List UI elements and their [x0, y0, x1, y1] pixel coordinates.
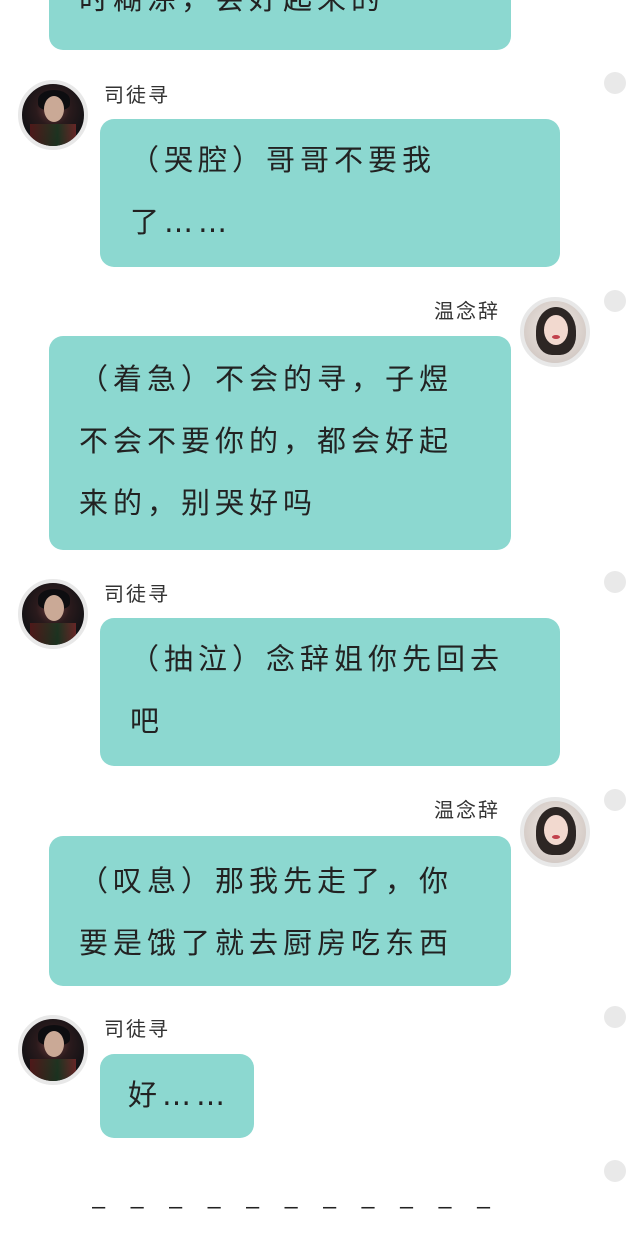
avatar-accent [30, 124, 76, 146]
avatar[interactable] [18, 80, 88, 150]
speaker-name: 温念辞 [434, 798, 500, 822]
message-bubble[interactable]: 好…… [100, 1054, 254, 1138]
avatar-face [44, 595, 64, 621]
avatar[interactable] [520, 297, 590, 367]
message-bubble[interactable]: （着急）不会的寻，子煜不会不要你的，都会好起来的，别哭好吗 [49, 336, 511, 550]
select-circle-icon[interactable] [604, 72, 626, 94]
avatar-face [44, 1031, 64, 1057]
select-circle-icon[interactable] [604, 571, 626, 593]
speaker-name: 司徒寻 [104, 582, 170, 606]
avatar-face [544, 315, 568, 345]
speaker-name: 司徒寻 [104, 1017, 170, 1041]
message-bubble[interactable]: （叹息）那我先走了，你要是饿了就去厨房吃东西 [49, 836, 511, 986]
message-bubble[interactable]: 时糊涂，会好起来的 [49, 0, 511, 50]
avatar[interactable] [520, 797, 590, 867]
speaker-name: 温念辞 [434, 299, 500, 323]
avatar-lips [552, 335, 560, 339]
avatar[interactable] [18, 1015, 88, 1085]
avatar-accent [30, 1059, 76, 1081]
message-bubble[interactable]: （哭腔）哥哥不要我了…… [100, 119, 560, 267]
avatar-face [544, 815, 568, 845]
divider-line: — — — — — — — — — — — [92, 1195, 497, 1220]
avatar-face [44, 96, 64, 122]
avatar-accent [30, 623, 76, 645]
select-circle-icon[interactable] [604, 1006, 626, 1028]
select-circle-icon[interactable] [604, 1160, 626, 1182]
select-circle-icon[interactable] [604, 290, 626, 312]
avatar[interactable] [18, 579, 88, 649]
message-bubble[interactable]: （抽泣）念辞姐你先回去吧 [100, 618, 560, 766]
avatar-lips [552, 835, 560, 839]
speaker-name: 司徒寻 [104, 83, 170, 107]
select-circle-icon[interactable] [604, 789, 626, 811]
